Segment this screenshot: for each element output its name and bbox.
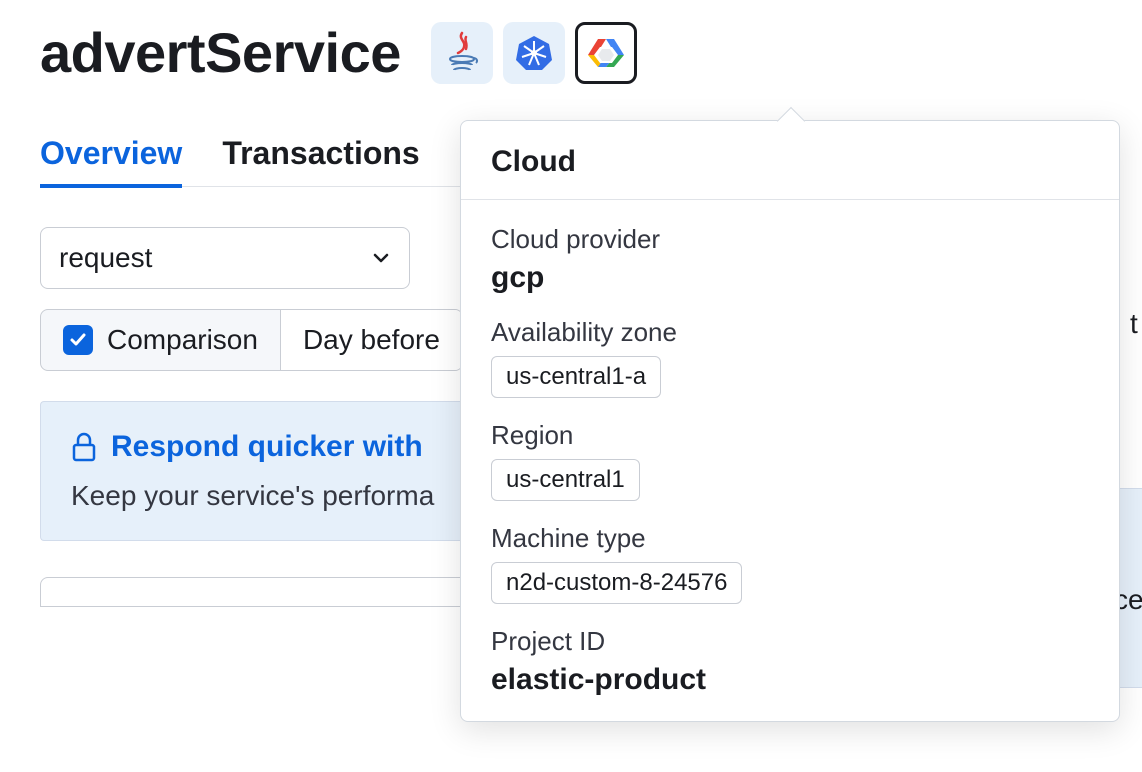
comparison-label: Comparison: [107, 324, 258, 356]
icon-badges: [431, 22, 637, 84]
az-label: Availability zone: [491, 317, 1089, 348]
cloud-provider-label: Cloud provider: [491, 224, 1089, 255]
field-project-id: Project ID elastic-product: [491, 626, 1089, 697]
field-cloud-provider: Cloud provider gcp: [491, 224, 1089, 295]
header-row: advertService: [40, 20, 1102, 85]
page-title: advertService: [40, 20, 401, 85]
project-label: Project ID: [491, 626, 1089, 657]
truncated-text: t: [1130, 308, 1142, 340]
machine-chip[interactable]: n2d-custom-8-24576: [491, 562, 742, 604]
field-region: Region us-central1: [491, 420, 1089, 501]
tab-overview[interactable]: Overview: [40, 135, 182, 186]
kubernetes-icon[interactable]: [503, 22, 565, 84]
lock-icon: [71, 432, 97, 462]
project-value: elastic-product: [491, 663, 1089, 697]
cloud-provider-value: gcp: [491, 261, 1089, 295]
machine-label: Machine type: [491, 523, 1089, 554]
region-label: Region: [491, 420, 1089, 451]
popover-title: Cloud: [491, 145, 1089, 179]
az-chip[interactable]: us-central1-a: [491, 356, 661, 398]
cloud-popover: Cloud Cloud provider gcp Availability zo…: [460, 120, 1120, 722]
select-value: request: [59, 242, 152, 274]
field-availability-zone: Availability zone us-central1-a: [491, 317, 1089, 398]
chevron-down-icon: [371, 248, 391, 268]
comparison-checkbox[interactable]: [63, 325, 93, 355]
field-machine-type: Machine type n2d-custom-8-24576: [491, 523, 1089, 604]
tab-transactions[interactable]: Transactions: [222, 135, 419, 186]
comparison-control: Comparison Day before: [40, 309, 463, 371]
request-select[interactable]: request: [40, 227, 410, 289]
banner-title[interactable]: Respond quicker with: [111, 430, 423, 464]
comparison-toggle[interactable]: Comparison: [41, 310, 280, 370]
check-icon: [68, 330, 88, 350]
gcp-icon[interactable]: [575, 22, 637, 84]
comparison-period-value: Day before: [303, 324, 440, 356]
java-icon[interactable]: [431, 22, 493, 84]
comparison-period-select[interactable]: Day before: [280, 310, 462, 370]
popover-body: Cloud provider gcp Availability zone us-…: [461, 200, 1119, 721]
region-chip[interactable]: us-central1: [491, 459, 640, 501]
